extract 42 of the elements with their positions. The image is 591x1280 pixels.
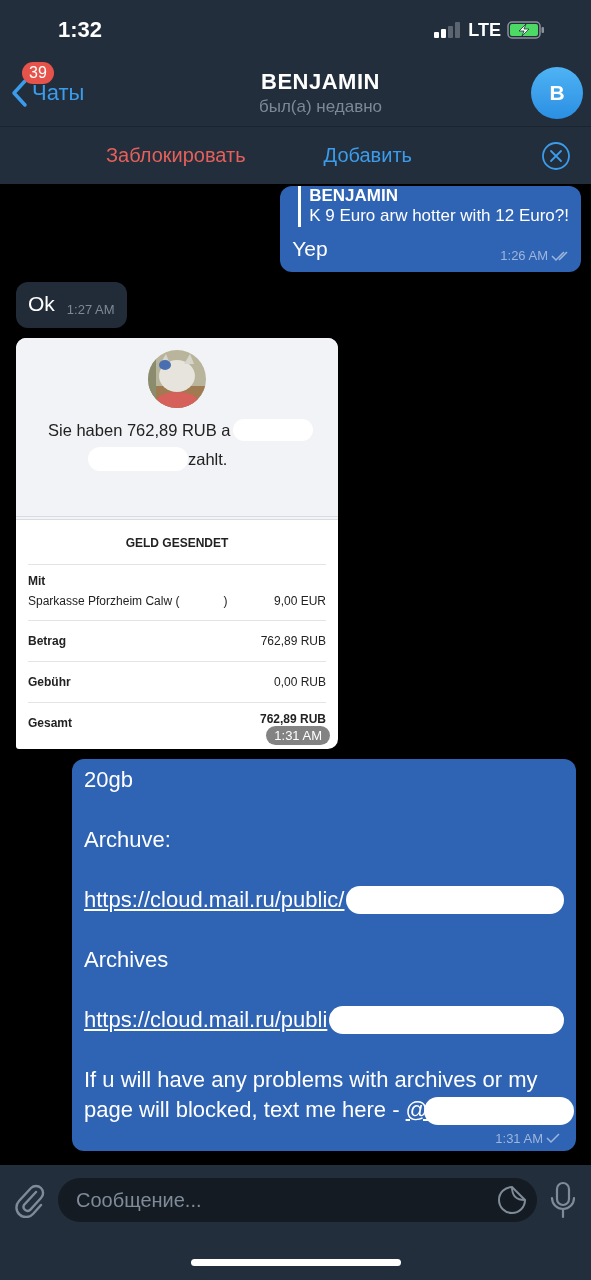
receipt-value: 762,89 RUB — [260, 633, 326, 648]
block-button[interactable]: Заблокировать — [106, 144, 246, 167]
status-time: 1:32 — [58, 17, 103, 43]
receipt-headline: Sie haben 762,89 RUB a — [48, 419, 231, 441]
receipt-section-title: GELD GESENDET — [28, 529, 326, 565]
receipt-value: 762,89 RUB — [259, 711, 326, 726]
charging-battery-icon — [507, 21, 545, 39]
message-link[interactable]: https://cloud.mail.ru/publi — [84, 1004, 328, 1035]
unread-badge: 39 — [22, 62, 54, 84]
sticker-icon[interactable] — [497, 1185, 527, 1215]
back-chevron-icon — [10, 78, 28, 108]
message-time: 1:31 AM — [495, 1131, 543, 1145]
reply-author: BENJAMIN — [309, 186, 399, 207]
receipt-headline: zahlt. — [188, 448, 228, 470]
receipt-screenshot[interactable]: Sie haben 762,89 RUB a zahlt. GELD GESENDET Mit Sparkasse Pforzheim Calw ( ) 9,00 EUR Betrag 762,89 RUB Gebühr 0,00 RUB Gesamt 762,89 RUB 1:31 AM — [16, 337, 338, 749]
signal-icon — [434, 22, 463, 38]
message-text: Archives — [84, 946, 169, 972]
message-text: 20gb — [84, 766, 133, 792]
receipt-detail: ) — [223, 593, 228, 608]
message-time: 1:26 AM — [500, 249, 548, 263]
add-contact-button[interactable]: Добавить — [323, 144, 412, 167]
message-text: Archuve: — [84, 826, 171, 852]
message-input-field[interactable]: Сообщение... — [58, 1178, 537, 1222]
receipt-value: 0,00 RUB — [273, 674, 326, 689]
receipt-value: 9,00 EUR — [273, 593, 326, 608]
receipt-label: Betrag — [28, 633, 66, 648]
last-seen-status: был(а) недавно — [258, 97, 383, 117]
network-label: LTE — [468, 19, 501, 41]
close-icon[interactable] — [541, 140, 571, 171]
chat-title: BENJAMIN — [261, 69, 380, 95]
microphone-icon[interactable] — [549, 1181, 577, 1219]
reply-text: K 9 Euro arw hotter with 12 Euro?! — [309, 206, 569, 227]
receipt-label: Gebühr — [28, 674, 71, 689]
receipt-label: Gesamt — [28, 715, 73, 730]
message-text: Ok — [28, 292, 55, 316]
message-text: Yep — [292, 236, 328, 260]
message-time: 1:31 AM — [266, 725, 330, 745]
receipt-label: Mit — [28, 573, 47, 588]
attach-icon[interactable] — [14, 1182, 46, 1218]
receipt-detail: Sparkasse Pforzheim Calw ( — [28, 593, 180, 608]
message-link[interactable]: https://cloud.mail.ru/public/ — [84, 884, 345, 915]
message-time: 1:27 AM — [66, 302, 115, 316]
